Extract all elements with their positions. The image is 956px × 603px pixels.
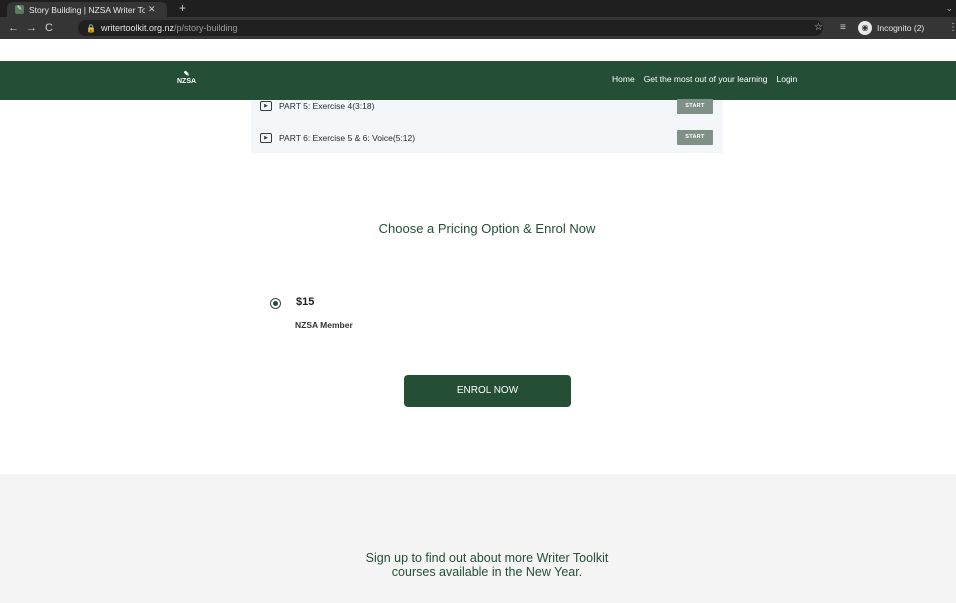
- url-domain: writertoolkit.org.nz: [100, 23, 174, 33]
- lesson-title: PART 5: Exercise 4(3:18): [279, 101, 375, 111]
- tab-title: Story Building | NZSA Writer To: [29, 4, 145, 15]
- lesson-item[interactable]: ▶ PART 5: Exercise 4(3:18) START: [251, 95, 723, 117]
- browser-toolbar: ← → C 🔒 writertoolkit.org.nz/p/story-bui…: [0, 17, 956, 39]
- browser-tab[interactable]: ✎ Story Building | NZSA Writer To ✕: [7, 2, 167, 17]
- url-path: /p/story-building: [174, 23, 238, 33]
- signup-text: Sign up to find out about more Writer To…: [0, 551, 956, 579]
- site-logo[interactable]: ✎ NZSA: [177, 71, 196, 85]
- start-button[interactable]: START: [677, 130, 713, 145]
- forward-arrow-icon[interactable]: →: [26, 20, 37, 36]
- lock-icon[interactable]: 🔒: [86, 24, 96, 33]
- pricing-heading: Choose a Pricing Option & Enrol Now: [378, 221, 596, 236]
- incognito-profile-button[interactable]: ◉ Incognito (2): [858, 20, 924, 36]
- address-bar[interactable]: 🔒 writertoolkit.org.nz/p/story-building: [78, 20, 823, 36]
- pricing-option-radio[interactable]: [270, 298, 281, 309]
- lesson-item[interactable]: ▶ PART 6: Exercise 5 & 6: Voice(5:12) ST…: [251, 127, 723, 149]
- start-button[interactable]: START: [677, 99, 713, 114]
- nav-learning-link[interactable]: Get the most out of your learning: [644, 74, 768, 84]
- pricing-price: $15: [296, 296, 315, 308]
- tab-search-chevron-icon[interactable]: ⌄: [945, 3, 953, 14]
- site-nav: Home Get the most out of your learning L…: [612, 74, 797, 84]
- lesson-title: PART 6: Exercise 5 & 6: Voice(5:12): [279, 133, 416, 143]
- site-favicon-icon: ✎: [15, 5, 24, 14]
- logo-text: NZSA: [177, 78, 197, 85]
- incognito-icon: ◉: [858, 21, 872, 35]
- nav-home-link[interactable]: Home: [612, 74, 635, 84]
- signup-section: Sign up to find out about more Writer To…: [0, 474, 956, 603]
- bookmark-star-icon[interactable]: ☆: [814, 20, 823, 36]
- video-play-icon: ▶: [260, 133, 272, 143]
- browser-tab-strip: ✎ Story Building | NZSA Writer To ✕ + ⌄: [0, 0, 956, 17]
- nav-login-link[interactable]: Login: [776, 74, 797, 84]
- radio-selected-dot: [273, 301, 278, 306]
- new-tab-button[interactable]: +: [179, 2, 186, 15]
- signup-line-1: Sign up to find out about more Writer To…: [365, 551, 609, 565]
- video-play-icon: ▶: [260, 101, 272, 111]
- reading-list-icon[interactable]: ≡: [840, 20, 846, 36]
- tab-close-icon[interactable]: ✕: [148, 4, 156, 15]
- browser-menu-icon[interactable]: ⋮: [948, 20, 956, 36]
- curriculum-list: ▶ PART 5: Exercise 4(3:18) START ▶ PART …: [251, 99, 723, 153]
- pricing-option-name: NZSA Member: [295, 320, 353, 330]
- back-arrow-icon[interactable]: ←: [8, 20, 19, 36]
- enrol-now-button[interactable]: ENROL NOW: [404, 375, 571, 407]
- reload-icon[interactable]: C: [45, 20, 53, 36]
- signup-line-2: courses available in the New Year.: [391, 565, 583, 579]
- incognito-label: Incognito (2): [877, 23, 925, 33]
- logo-mark-icon: ✎: [183, 71, 190, 78]
